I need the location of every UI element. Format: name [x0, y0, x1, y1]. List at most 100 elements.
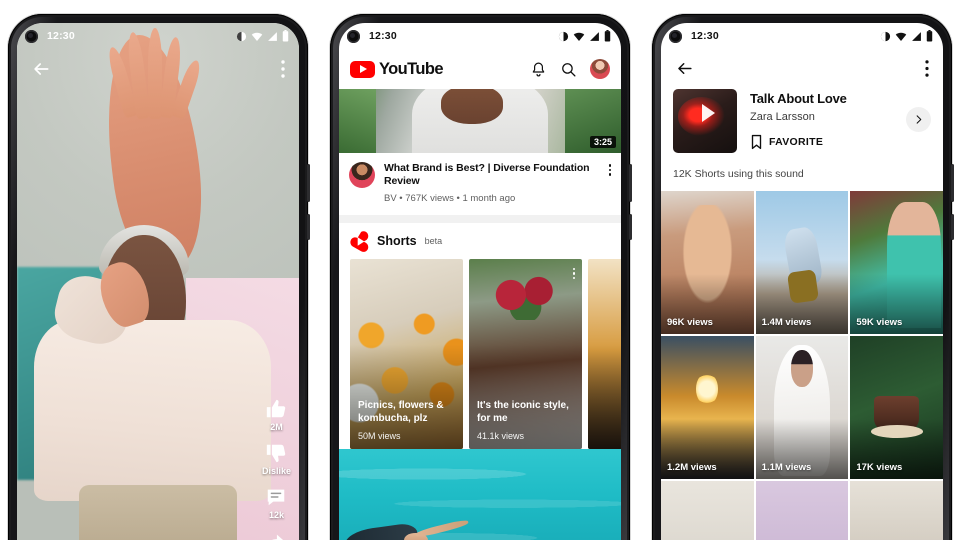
signal-icon — [268, 31, 277, 41]
status-bar: 12:30 — [339, 23, 621, 49]
wifi-icon — [251, 32, 263, 41]
swimmer-arm — [415, 518, 469, 539]
youtube-play-icon — [350, 60, 375, 78]
phone-screen: 12:30 — [17, 23, 299, 540]
grid-tile[interactable]: 96K views — [661, 191, 754, 334]
notifications-bell-icon[interactable] — [530, 61, 547, 78]
next-sound-button[interactable] — [906, 107, 931, 132]
sound-header: Talk About Love Zara Larsson FAVORITE — [661, 87, 943, 153]
shorts-action-rail: 2M Dislike 12k — [262, 398, 291, 540]
status-bar: 12:30 — [661, 23, 943, 49]
kebab-menu-icon[interactable] — [608, 162, 611, 204]
phone-sound-detail: 12:30 Talk About Love Zara Larsson FAVOR… — [652, 14, 954, 540]
shorts-carousel[interactable]: Picnics, flowers & kombucha, plz 50M vie… — [339, 258, 621, 449]
channel-avatar[interactable] — [349, 162, 375, 188]
kebab-menu-icon[interactable] — [281, 60, 285, 78]
tile-gradient — [661, 336, 754, 479]
kebab-menu-icon[interactable] — [572, 266, 575, 280]
shorts-card[interactable] — [588, 258, 621, 449]
back-arrow-icon[interactable] — [31, 59, 51, 79]
do-not-disturb-icon — [236, 31, 247, 41]
comment-icon — [268, 489, 285, 506]
thumbs-down-icon — [267, 444, 286, 463]
side-button-power[interactable] — [307, 214, 310, 240]
camera-punch-hole — [669, 29, 682, 43]
video-subject-jeans — [79, 484, 237, 540]
shorts-card[interactable]: Picnics, flowers & kombucha, plz 50M vie… — [350, 258, 463, 449]
shorts-card-title: It's the iconic style, for me — [477, 399, 569, 424]
grid-tile[interactable]: 1.1M views — [755, 336, 849, 479]
section-divider — [339, 214, 621, 223]
search-icon[interactable] — [560, 61, 577, 78]
like-button[interactable]: 2M — [265, 398, 287, 432]
youtube-wordmark: YouTube — [379, 59, 444, 78]
signal-icon — [912, 31, 921, 41]
like-count: 2M — [270, 422, 283, 432]
tile-gradient — [850, 191, 943, 334]
kebab-menu-icon[interactable] — [925, 59, 929, 77]
side-button-volume[interactable] — [307, 164, 310, 202]
grid-tile[interactable] — [755, 481, 849, 540]
tile-views: 1.2M views — [667, 462, 717, 473]
card-text: Picnics, flowers & kombucha, plz 50M vie… — [358, 399, 455, 441]
youtube-logo[interactable]: YouTube — [350, 59, 444, 79]
dislike-button[interactable]: Dislike — [262, 442, 291, 476]
share-icon — [272, 534, 284, 540]
shorts-video-surface[interactable] — [17, 23, 299, 540]
video-thumbnail[interactable]: 3:25 — [339, 89, 621, 153]
status-icons — [236, 30, 289, 42]
shorts-using-sound-count: 12K Shorts using this sound — [673, 168, 804, 180]
chevron-right-icon — [916, 115, 922, 124]
side-button-volume[interactable] — [629, 164, 632, 202]
status-bar: 12:30 — [17, 23, 299, 49]
phone-shorts-player: 12:30 2M Dislike 12k — [8, 14, 310, 540]
account-avatar[interactable] — [590, 59, 610, 79]
share-button[interactable] — [265, 530, 287, 540]
grid-tile[interactable]: 17K views — [850, 336, 943, 479]
shorts-grid: 96K views 1.4M views 59K views 1.2M view… — [661, 191, 943, 540]
grid-tile[interactable] — [661, 481, 754, 540]
phone-youtube-home: 12:30 YouTube 3:25 What Brand is Best? |… — [330, 14, 632, 540]
thumbnail-plant-left — [339, 89, 376, 153]
shorts-section-header: Shorts beta — [339, 223, 621, 259]
player-top-bar — [17, 49, 299, 89]
tile-views: 59K views — [856, 317, 903, 328]
header-actions — [530, 59, 610, 79]
grid-tile[interactable]: 1.2M views — [661, 336, 754, 479]
side-button-volume[interactable] — [951, 164, 954, 202]
screenshot-stage: 12:30 2M Dislike 12k 12:30 YouTube 3:25 … — [0, 0, 960, 540]
card-gradient — [588, 258, 621, 449]
status-icons — [558, 30, 611, 42]
signal-icon — [590, 31, 599, 41]
thumbnail-subject-face — [440, 89, 503, 124]
video-info-row[interactable]: What Brand is Best? | Diverse Foundation… — [339, 153, 621, 215]
wifi-icon — [573, 32, 585, 41]
sound-thumbnail[interactable] — [673, 89, 737, 153]
shorts-card[interactable]: It's the iconic style, for me 41.1k view… — [469, 258, 582, 449]
video-duration-badge: 3:25 — [589, 136, 616, 148]
sound-artist: Zara Larsson — [750, 111, 815, 123]
comments-button[interactable]: 12k — [265, 486, 287, 520]
grid-tile[interactable] — [850, 481, 943, 540]
grid-tile[interactable]: 59K views — [850, 191, 943, 334]
tile-gradient — [850, 336, 943, 479]
favorite-button[interactable]: FAVORITE — [750, 134, 893, 150]
tile-gradient — [755, 336, 849, 479]
shorts-card-title: Picnics, flowers & kombucha, plz — [358, 399, 444, 424]
grid-tile[interactable]: 1.4M views — [755, 191, 849, 334]
status-time: 12:30 — [369, 30, 397, 42]
camera-punch-hole — [25, 29, 38, 43]
battery-icon — [604, 30, 611, 42]
next-video-thumbnail[interactable] — [339, 448, 621, 540]
side-button-power[interactable] — [629, 214, 632, 240]
thumbs-up-icon — [267, 399, 286, 418]
side-button-power[interactable] — [951, 214, 954, 240]
phone-screen: 12:30 — [661, 23, 943, 540]
dislike-label: Dislike — [261, 466, 291, 476]
battery-icon — [926, 30, 933, 42]
tile-views: 96K views — [667, 317, 713, 328]
sound-page-top-bar — [661, 49, 943, 87]
tile-gradient — [755, 191, 849, 334]
bookmark-icon — [751, 134, 762, 150]
back-arrow-icon[interactable] — [675, 59, 694, 78]
